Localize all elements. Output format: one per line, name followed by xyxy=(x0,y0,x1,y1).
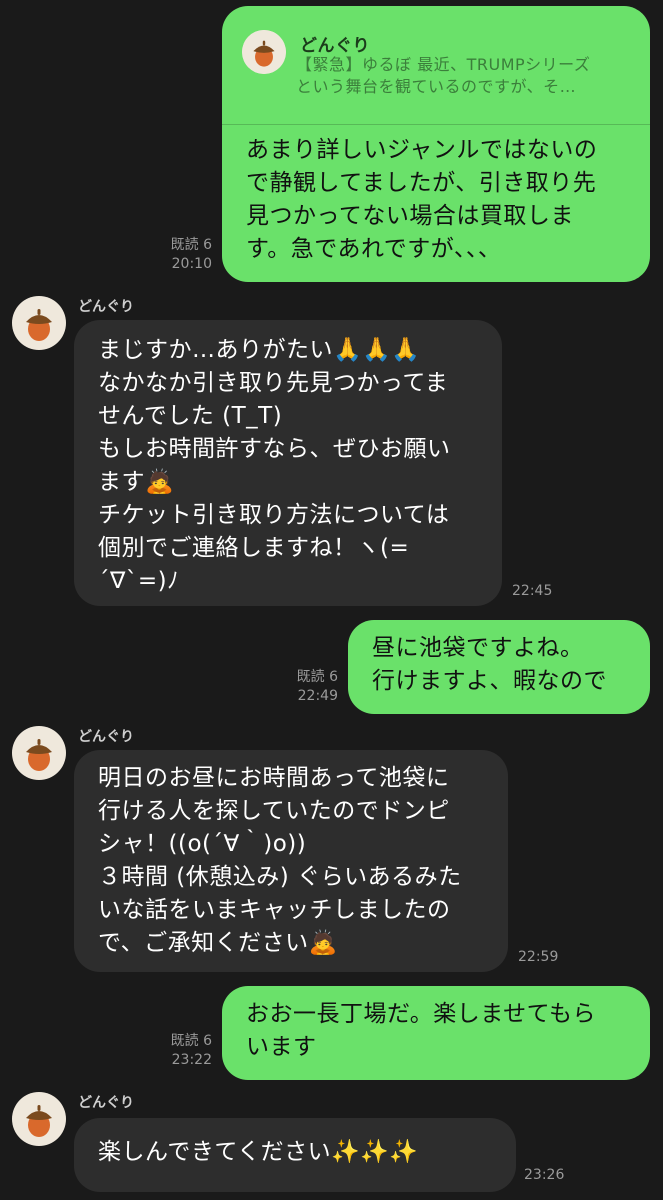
message-line: せんでした (T_T) xyxy=(98,403,283,429)
message-line: なかなか引き取り先見つかってま xyxy=(98,370,449,396)
read-receipt: 既読 6 xyxy=(296,669,338,685)
message-line: あまり詳しいジャンルではないの xyxy=(246,137,598,163)
message-meta: 既読 6 20:10 xyxy=(142,236,212,274)
timestamp: 23:22 xyxy=(171,1052,212,1068)
sender-avatar[interactable] xyxy=(12,1092,66,1146)
message-text: あまり詳しいジャンルではないの で静観してましたが、引き取り先 見つかってない場… xyxy=(246,134,597,266)
message-line: 見つかってない場合は買取しま xyxy=(246,203,574,229)
sender-name: どんぐり xyxy=(78,299,134,315)
message-line: 個別でご連絡しますね！ヽ(= xyxy=(98,535,410,561)
reply-quote-line: という舞台を観ているのですが、そ… xyxy=(296,77,577,96)
message-line: います xyxy=(246,1034,317,1060)
message-line: す。急であれですが、、、 xyxy=(246,236,502,262)
message-line: 明日のお昼にお時間あって池袋に xyxy=(98,765,450,791)
message-line: 昼に池袋ですよね。 xyxy=(372,635,584,661)
message-line: チケット引き取り方法については xyxy=(98,502,450,528)
outgoing-message-bubble[interactable]: どんぐり 【緊急】ゆるぼ 最近、TRUMPシリーズ という舞台を観ているのですが… xyxy=(222,6,650,282)
timestamp: 20:10 xyxy=(171,256,212,272)
message-line: シャ！((o(´∀｀)o)) xyxy=(98,831,307,857)
sender-name: どんぐり xyxy=(78,1095,134,1111)
timestamp: 22:49 xyxy=(297,688,338,704)
timestamp: 22:59 xyxy=(518,949,559,965)
outgoing-message-bubble[interactable]: 昼に池袋ですよね。 行けますよ、暇なので xyxy=(348,620,650,714)
reply-avatar xyxy=(242,30,286,74)
read-receipt: 既読 6 xyxy=(170,1033,212,1049)
acorn-icon xyxy=(242,30,286,74)
message-line: いな話をいまキャッチしましたの xyxy=(98,897,451,923)
read-receipt: 既読 6 xyxy=(170,237,212,253)
timestamp: 23:26 xyxy=(524,1167,565,1183)
incoming-message-bubble[interactable]: 楽しんできてください✨✨✨ xyxy=(74,1118,516,1192)
message-line: まじすか…ありがたい🙏🙏🙏 xyxy=(98,337,421,363)
acorn-icon xyxy=(26,1105,52,1137)
message-line: もしお時間許すなら、ぜひお願い xyxy=(98,436,451,462)
message-line: 楽しんできてください✨✨✨ xyxy=(98,1139,419,1165)
message-line: で、ご承知ください🙇 xyxy=(98,930,338,956)
sender-avatar[interactable] xyxy=(12,296,66,350)
sender-avatar[interactable] xyxy=(12,726,66,780)
incoming-message-bubble[interactable]: まじすか…ありがたい🙏🙏🙏 なかなか引き取り先見つかってま せんでした (T_T… xyxy=(74,320,502,606)
sender-name: どんぐり xyxy=(78,729,134,745)
reply-quote-text: 【緊急】ゆるぼ 最近、TRUMPシリーズ という舞台を観ているのですが、そ… xyxy=(296,54,590,98)
message-line: ます🙇 xyxy=(98,469,175,495)
message-line: 行ける人を探していたのでドンピ xyxy=(98,798,450,824)
timestamp: 22:45 xyxy=(512,583,553,599)
acorn-icon xyxy=(26,309,52,341)
message-line: ´∇`=)ﾉ xyxy=(98,568,180,594)
reply-quote-line: 【緊急】ゆるぼ 最近、TRUMPシリーズ xyxy=(296,55,591,74)
acorn-icon xyxy=(26,739,52,771)
message-meta: 既読 6 23:22 xyxy=(142,1032,212,1070)
reply-quote-block[interactable]: どんぐり 【緊急】ゆるぼ 最近、TRUMPシリーズ という舞台を観ているのですが… xyxy=(222,6,650,125)
message-line: おお一長丁場だ。楽しませてもら xyxy=(246,1001,596,1027)
outgoing-message-bubble[interactable]: おお一長丁場だ。楽しませてもら います xyxy=(222,986,650,1080)
message-line: 行けますよ、暇なので xyxy=(372,668,607,694)
message-line: ３時間 (休憩込み) ぐらいあるみた xyxy=(98,864,462,890)
incoming-message-bubble[interactable]: 明日のお昼にお時間あって池袋に 行ける人を探していたのでドンピ シャ！((o(´… xyxy=(74,750,508,972)
message-line: で静観してましたが、引き取り先 xyxy=(246,170,597,196)
message-meta: 既読 6 22:49 xyxy=(268,668,338,706)
